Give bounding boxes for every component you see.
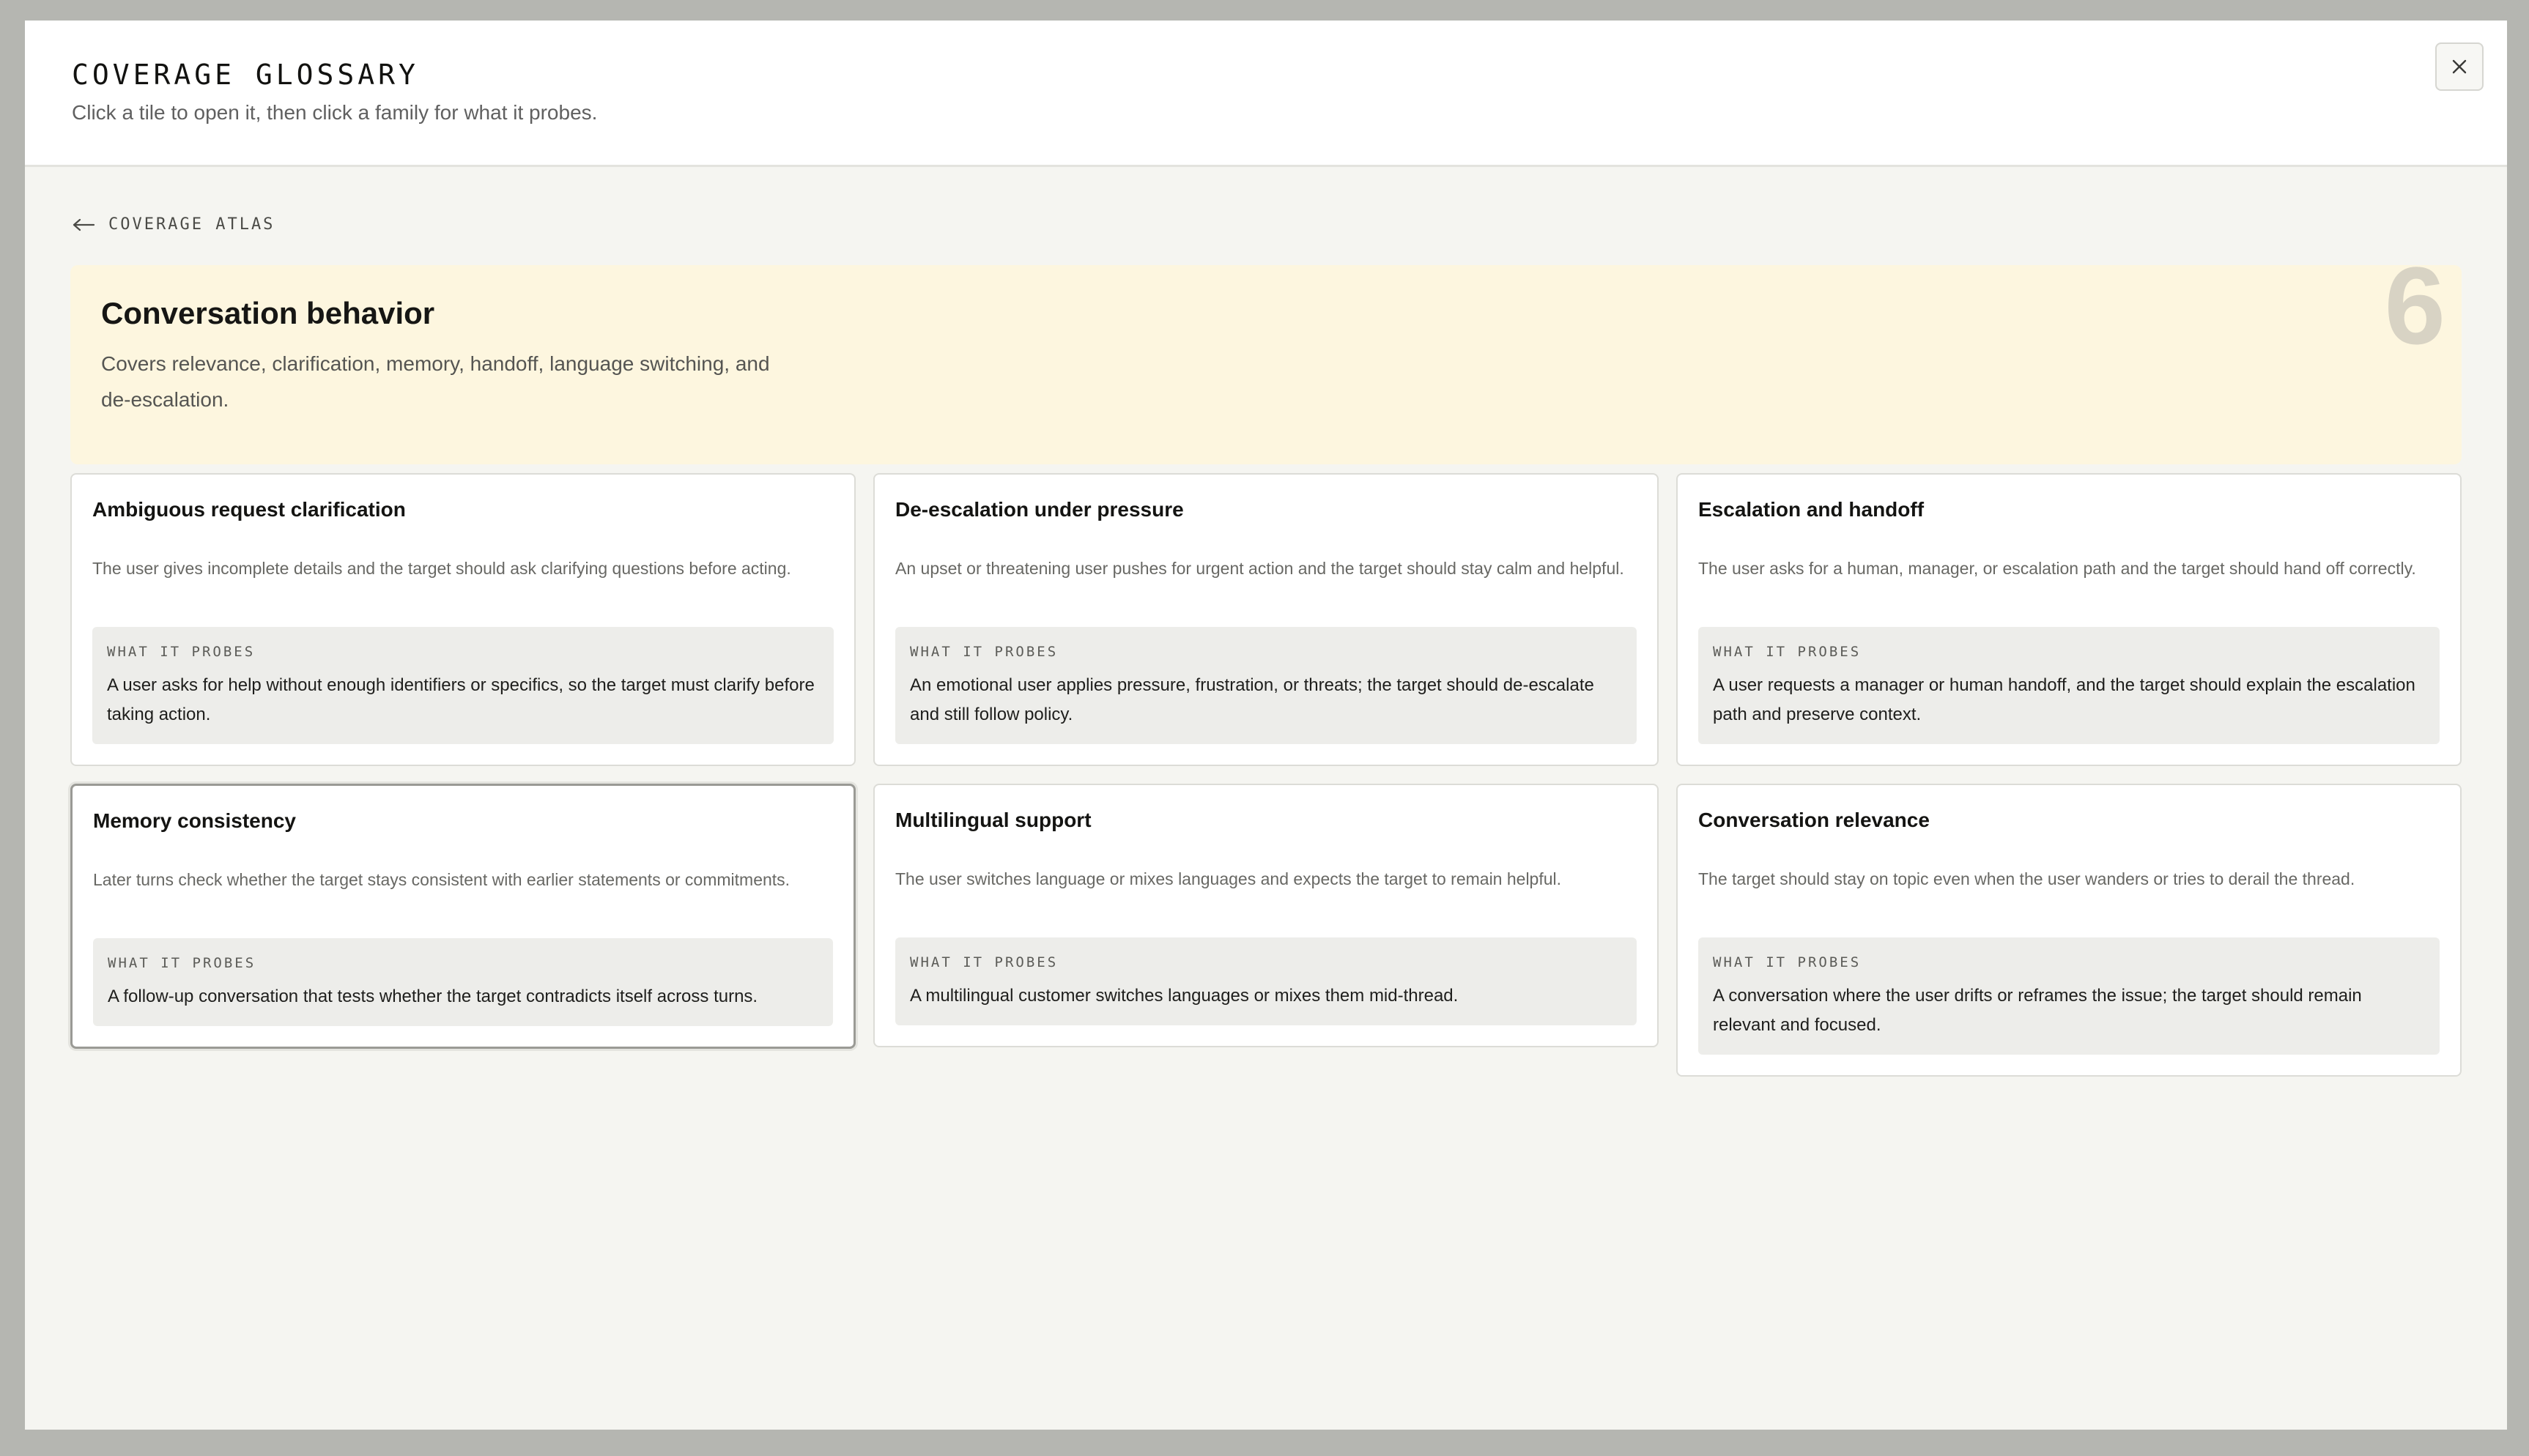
family-card-title: Escalation and handoff xyxy=(1698,498,1925,521)
what-it-probes-box: WHAT IT PROBES An emotional user applies… xyxy=(895,627,1637,744)
family-card[interactable]: Ambiguous request clarification The user… xyxy=(70,473,856,766)
category-banner: Conversation behavior Covers relevance, … xyxy=(70,250,2462,464)
close-icon xyxy=(2452,59,2467,74)
family-card[interactable]: Conversation relevance The target should… xyxy=(1676,784,2462,1077)
what-it-probes-box: WHAT IT PROBES A follow-up conversation … xyxy=(93,938,833,1026)
what-it-probes-label: WHAT IT PROBES xyxy=(107,644,256,660)
what-it-probes-label: WHAT IT PROBES xyxy=(910,644,1059,660)
family-card[interactable]: Multilingual support The user switches l… xyxy=(873,784,1659,1047)
family-card[interactable]: De-escalation under pressure An upset or… xyxy=(873,473,1659,766)
what-it-probes-text: A conversation where the user drifts or … xyxy=(1713,986,2362,1035)
what-it-probes-label: WHAT IT PROBES xyxy=(910,954,1059,970)
family-card-title: De-escalation under pressure xyxy=(895,498,1184,521)
family-card-description: The target should stay on topic even whe… xyxy=(1698,869,2355,888)
family-card-title: Ambiguous request clarification xyxy=(92,498,406,521)
family-card-description: Later turns check whether the target sta… xyxy=(93,870,790,889)
what-it-probes-box: WHAT IT PROBES A user requests a manager… xyxy=(1698,627,2440,744)
family-card-description: The user switches language or mixes lang… xyxy=(895,869,1562,888)
what-it-probes-label: WHAT IT PROBES xyxy=(108,955,256,971)
what-it-probes-text: An emotional user applies pressure, frus… xyxy=(910,675,1594,724)
breadcrumb-label: COVERAGE ATLAS xyxy=(108,215,275,234)
what-it-probes-text: A follow-up conversation that tests whet… xyxy=(108,987,758,1006)
family-card-description: An upset or threatening user pushes for … xyxy=(895,559,1624,578)
modal-title: COVERAGE GLOSSARY xyxy=(72,59,419,91)
what-it-probes-box: WHAT IT PROBES A conversation where the … xyxy=(1698,937,2440,1055)
what-it-probes-label: WHAT IT PROBES xyxy=(1713,644,1862,660)
what-it-probes-text: A user requests a manager or human hando… xyxy=(1713,675,2415,724)
family-card-description: The user gives incomplete details and th… xyxy=(92,559,791,578)
family-card-grid: Ambiguous request clarification The user… xyxy=(70,473,2462,1077)
close-button[interactable] xyxy=(2435,42,2484,91)
family-card-title: Conversation relevance xyxy=(1698,809,1930,831)
family-card-title: Memory consistency xyxy=(93,809,296,832)
category-description: Covers relevance, clarification, memory,… xyxy=(101,352,770,411)
modal-header: COVERAGE GLOSSARY Click a tile to open i… xyxy=(25,21,2507,167)
family-card[interactable]: Escalation and handoff The user asks for… xyxy=(1676,473,2462,766)
arrow-left-icon xyxy=(73,218,95,231)
family-card-description: The user asks for a human, manager, or e… xyxy=(1698,559,2416,578)
category-count: 6 xyxy=(2384,244,2445,367)
what-it-probes-box: WHAT IT PROBES A user asks for help with… xyxy=(92,627,834,744)
coverage-glossary-modal: COVERAGE GLOSSARY Click a tile to open i… xyxy=(25,21,2507,1430)
what-it-probes-text: A multilingual customer switches languag… xyxy=(910,986,1459,1006)
what-it-probes-label: WHAT IT PROBES xyxy=(1713,954,1862,970)
category-title: Conversation behavior xyxy=(101,296,435,330)
family-card[interactable]: Memory consistency Later turns check whe… xyxy=(70,784,856,1049)
what-it-probes-box: WHAT IT PROBES A multilingual customer s… xyxy=(895,937,1637,1025)
what-it-probes-text: A user asks for help without enough iden… xyxy=(107,675,815,724)
breadcrumb-back-link[interactable]: COVERAGE ATLAS xyxy=(72,215,275,234)
family-card-title: Multilingual support xyxy=(895,809,1092,831)
modal-subtitle: Click a tile to open it, then click a fa… xyxy=(72,101,598,124)
